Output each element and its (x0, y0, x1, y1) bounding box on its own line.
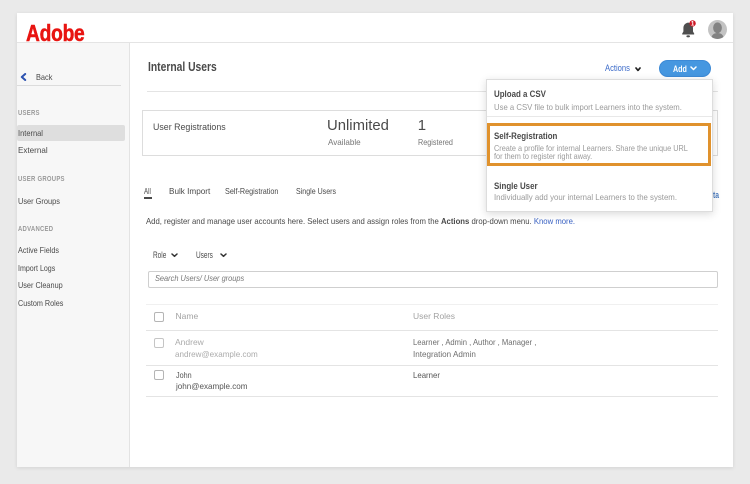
svg-text:1: 1 (691, 21, 695, 28)
